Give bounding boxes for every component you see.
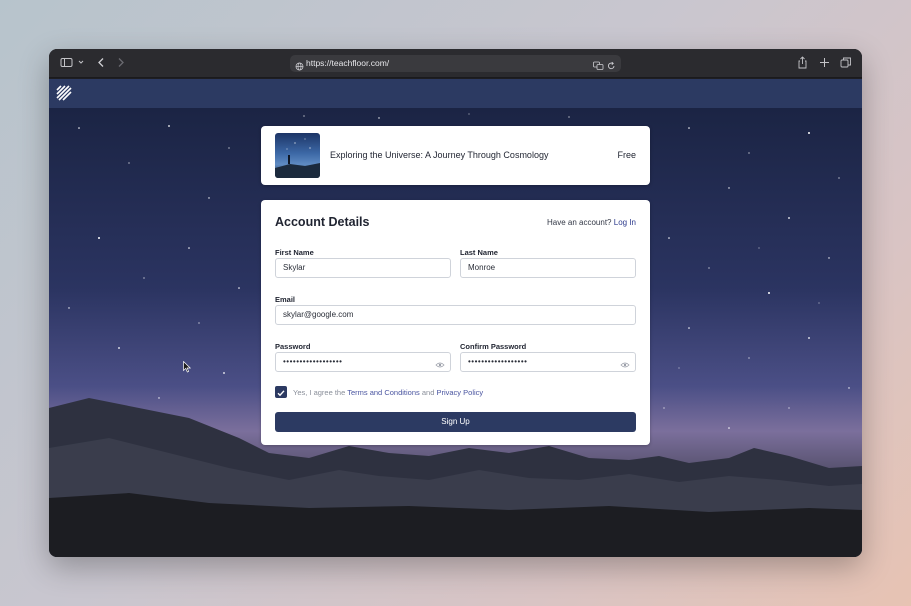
login-link[interactable]: Log In (614, 218, 636, 227)
agree-prefix: Yes, I agree the (293, 388, 346, 397)
confirm-password-label: Confirm Password (460, 342, 527, 351)
agree-and: and (421, 388, 435, 397)
course-title: Exploring the Universe: A Journey Throug… (330, 150, 549, 160)
forward-icon[interactable] (115, 56, 127, 71)
reload-icon[interactable] (607, 58, 616, 76)
account-form: Account Details Have an account? Log In … (261, 200, 650, 445)
have-account-text: Have an account? Log In (547, 218, 636, 227)
globe-icon (295, 58, 304, 76)
confirm-password-field[interactable]: •••••••••••••••••• (460, 352, 636, 372)
checkmark-icon (277, 390, 285, 397)
tab-overview-icon[interactable] (840, 56, 852, 71)
password-field[interactable]: •••••••••••••••••• (275, 352, 451, 372)
course-price: Free (617, 150, 636, 160)
agree-checkbox[interactable] (275, 386, 287, 398)
page-background: Exploring the Universe: A Journey Throug… (49, 108, 862, 557)
browser-toolbar: https://teachfloor.com/ (49, 49, 862, 78)
eye-icon[interactable] (435, 358, 445, 371)
confirm-password-value: •••••••••••••••••• (468, 357, 528, 366)
site-header (49, 79, 862, 108)
back-icon[interactable] (95, 56, 107, 71)
sidebar-toggle-icon[interactable] (60, 56, 73, 71)
agree-text: Yes, I agree the Terms and Conditions an… (293, 388, 483, 397)
translate-icon[interactable] (593, 58, 604, 76)
email-label: Email (275, 295, 296, 304)
chevron-down-icon[interactable] (77, 58, 85, 73)
privacy-link[interactable]: Privacy Policy (436, 388, 483, 397)
form-title: Account Details (275, 215, 370, 229)
new-tab-icon[interactable] (819, 56, 830, 71)
last-name-field[interactable]: Monroe (460, 258, 636, 278)
teachfloor-logo-icon[interactable] (56, 85, 72, 106)
first-name-label: First Name (275, 248, 314, 257)
course-card[interactable]: Exploring the Universe: A Journey Throug… (261, 126, 650, 185)
terms-link[interactable]: Terms and Conditions (347, 388, 420, 397)
first-name-field[interactable]: Skylar (275, 258, 451, 278)
password-value: •••••••••••••••••• (283, 357, 343, 366)
url-text: https://teachfloor.com/ (306, 58, 390, 68)
mouse-cursor-icon (183, 360, 192, 378)
password-label: Password (275, 342, 311, 351)
course-thumbnail (275, 133, 320, 178)
last-name-label: Last Name (460, 248, 498, 257)
email-field[interactable]: skylar@google.com (275, 305, 636, 325)
share-icon[interactable] (797, 56, 808, 71)
sign-up-button[interactable]: Sign Up (275, 412, 636, 432)
eye-icon[interactable] (620, 358, 630, 371)
address-bar[interactable]: https://teachfloor.com/ (290, 55, 621, 72)
browser-window: https://teachfloor.com/ Exploring the Un… (49, 49, 862, 557)
have-account-label: Have an account? (547, 218, 612, 227)
